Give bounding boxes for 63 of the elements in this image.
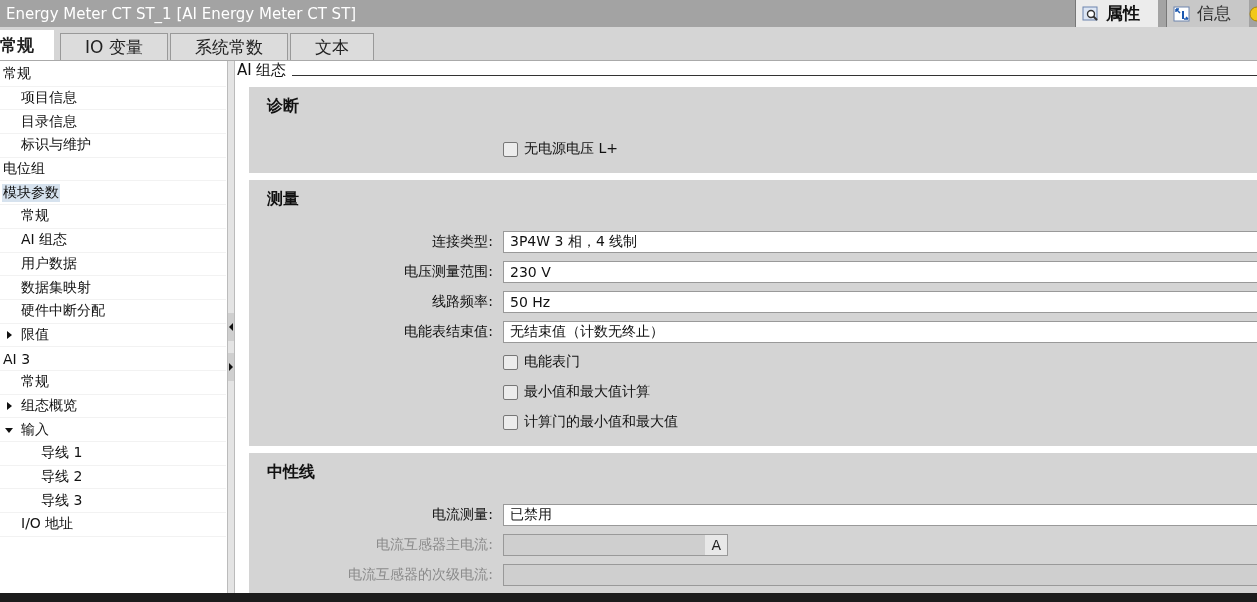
tab[interactable]: 系统常数 — [169, 33, 288, 60]
checkbox[interactable] — [503, 141, 518, 157]
tree-item[interactable]: 常规 — [20, 207, 50, 226]
tree-item[interactable]: 数据集映射 — [20, 278, 92, 297]
tree-item[interactable]: 导线 2 — [40, 468, 84, 487]
tree-item[interactable]: 限值 — [20, 325, 50, 344]
tab[interactable]: 文本 — [289, 33, 374, 60]
collapse-left-button[interactable] — [228, 313, 234, 341]
input-field[interactable]: 50 Hz — [503, 291, 1257, 313]
tab[interactable]: IO 变量 — [60, 33, 168, 60]
checkbox-label: 最小值和最大值计算 — [524, 383, 650, 401]
right-arrow-icon — [229, 363, 233, 371]
tree-item[interactable]: 项目信息 — [20, 89, 78, 108]
page-title: AI 组态 — [237, 61, 287, 80]
section-title: 中性线 — [267, 460, 316, 483]
collapsed-arrow-icon[interactable] — [5, 330, 13, 339]
window-title: Energy Meter CT ST_1 [AI Energy Meter CT ST] — [5, 4, 357, 23]
warning-icon — [1249, 5, 1257, 22]
input-field[interactable]: 230 V — [503, 261, 1257, 283]
input-field[interactable]: 无结束值（计数无终止） — [503, 321, 1257, 343]
tree-item[interactable]: 目录信息 — [20, 112, 78, 131]
inspector-tab[interactable]: 信息 — [1166, 0, 1249, 27]
section-title: 诊断 — [267, 94, 300, 117]
unit-label: A — [705, 535, 727, 555]
tree-item[interactable]: 模块参数 — [2, 183, 60, 202]
checkbox-label: 无电源电压 L+ — [524, 140, 618, 158]
field-label: 电能表结束值: — [403, 323, 494, 341]
field-label: 连接类型: — [431, 233, 494, 251]
tree-item[interactable]: 常规 — [2, 65, 32, 84]
tree-item[interactable]: 标识与维护 — [20, 136, 92, 155]
tree-item[interactable]: 用户数据 — [20, 254, 78, 273]
field-label: 电流测量: — [431, 506, 494, 524]
section-title: 测量 — [267, 187, 300, 210]
left-arrow-icon — [229, 323, 233, 331]
tree-item[interactable]: 硬件中断分配 — [20, 302, 106, 321]
tree-item[interactable]: AI 3 — [2, 350, 32, 367]
input-field[interactable] — [503, 564, 1257, 586]
checkbox[interactable] — [503, 384, 518, 400]
inspector-tab[interactable]: 属性 — [1075, 0, 1158, 27]
field-label: 电压测量范围: — [403, 263, 494, 281]
tree-item[interactable]: 组态概览 — [20, 396, 78, 415]
input-field[interactable]: 3P4W 3 相，4 线制 — [503, 231, 1257, 253]
magnifier-icon — [1082, 5, 1100, 22]
checkbox[interactable] — [503, 354, 518, 370]
tree-item[interactable]: 输入 — [20, 420, 50, 439]
field-label: 线路频率: — [431, 293, 494, 311]
expanded-arrow-icon[interactable] — [5, 425, 13, 434]
collapsed-arrow-icon[interactable] — [5, 401, 13, 410]
tree-item[interactable]: 电位组 — [2, 160, 46, 179]
expand-right-button[interactable] — [228, 353, 234, 381]
tree-item[interactable]: AI 组态 — [20, 231, 69, 250]
checkbox[interactable] — [503, 414, 518, 430]
tree-item[interactable]: 导线 1 — [40, 444, 84, 463]
field-label: 电流互感器的次级电流: — [347, 566, 494, 584]
field-label: 电流互感器主电流: — [375, 536, 494, 554]
arrows-info-icon — [1173, 5, 1191, 22]
tab[interactable]: 常规 — [0, 30, 54, 60]
checkbox-label: 计算门的最小值和最大值 — [524, 413, 678, 431]
checkbox-label: 电能表门 — [524, 353, 580, 371]
input-field[interactable]: 已禁用 — [503, 504, 1257, 526]
tree-item[interactable]: 导线 3 — [40, 491, 84, 510]
tree-item[interactable]: 常规 — [20, 373, 50, 392]
tree-item[interactable]: I/O 地址 — [20, 515, 75, 534]
